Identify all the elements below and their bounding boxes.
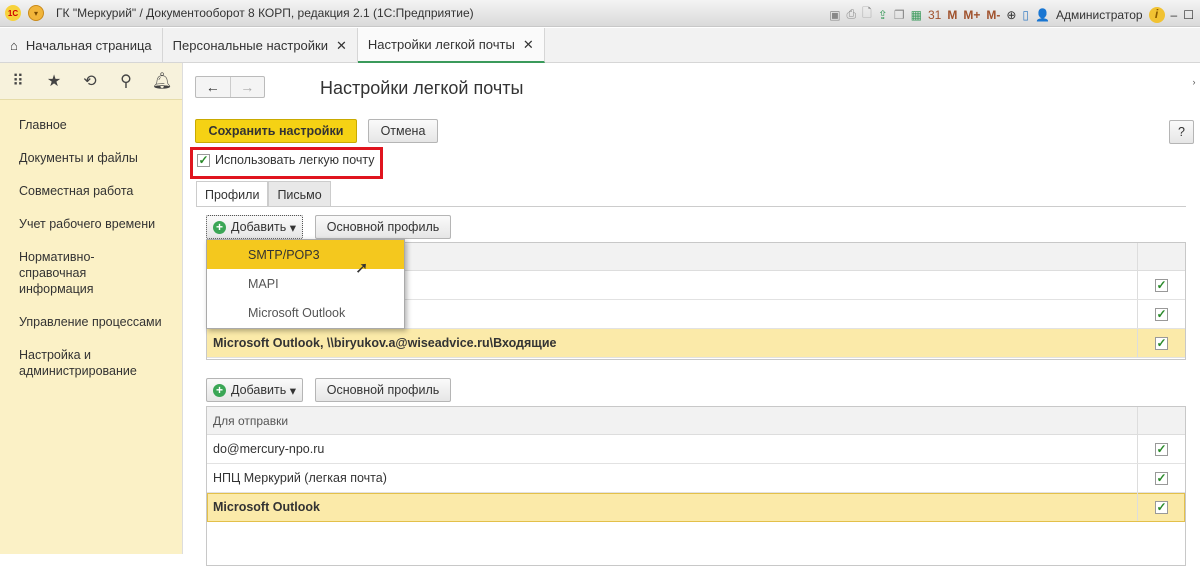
checkbox-checked-icon[interactable]: ✓: [1155, 500, 1168, 514]
nav-buttons: ← →: [195, 76, 265, 98]
checkbox-checked-icon[interactable]: ✓: [1155, 278, 1168, 292]
page-title: Настройки легкой почты: [320, 78, 524, 98]
user-name[interactable]: Администратор: [1056, 8, 1143, 22]
sidebar-item-collaboration[interactable]: Совместная работа: [0, 183, 182, 199]
tab-bar: ⌂ Начальная страница Персональные настрой…: [0, 28, 1200, 63]
apps-grid-icon[interactable]: ⠿: [0, 71, 36, 91]
close-icon[interactable]: ✕: [523, 37, 534, 53]
row-name: НПЦ Меркурий (легкая почта): [213, 471, 387, 485]
sidebar: ⠿ ★ ⟲ ⚲ 🔔︎ Главное Документы и файлы Сов…: [0, 63, 183, 554]
checkbox-checked-icon[interactable]: ✓: [1155, 336, 1168, 350]
add-send-profile-button[interactable]: + Добавить ▾: [206, 378, 303, 402]
checkbox-checked-icon[interactable]: ✓: [1155, 442, 1168, 456]
copy-icon[interactable]: ❐: [894, 8, 905, 22]
memory-minus-button[interactable]: M-: [986, 8, 1000, 22]
tab-personal-settings[interactable]: Персональные настройки ✕: [163, 28, 358, 63]
table-row[interactable]: Microsoft Outlook, \\biryukov.a@wiseadvi…: [207, 329, 1185, 358]
row-name: Microsoft Outlook: [213, 500, 320, 514]
user-icon: 👤: [1035, 7, 1050, 22]
checkbox-label: Использовать легкую почту: [215, 153, 375, 167]
use-easy-mail-checkbox[interactable]: ✓ Использовать легкую почту: [197, 153, 375, 167]
main-profile-button[interactable]: Основной профиль: [315, 215, 451, 239]
calendar-icon[interactable]: 31: [928, 8, 941, 22]
info-icon[interactable]: i: [1148, 6, 1165, 23]
table-row[interactable]: do@mercury-npo.ru ✓: [207, 435, 1185, 464]
tab-label: Персональные настройки: [172, 38, 329, 53]
tab-label: Начальная страница: [25, 38, 152, 53]
preview-icon[interactable]: 🗋: [862, 4, 872, 25]
app-logo-icon: 1С: [5, 5, 21, 21]
sidebar-item-main[interactable]: Главное: [0, 117, 182, 133]
subtab-profiles[interactable]: Профили: [196, 181, 269, 207]
history-icon[interactable]: ⟲: [72, 71, 108, 91]
main-send-profile-button[interactable]: Основной профиль: [315, 378, 451, 402]
tab-label: Настройки легкой почты: [367, 37, 515, 52]
subtab-letter[interactable]: Письмо: [268, 181, 331, 207]
memory-button[interactable]: M: [947, 8, 957, 22]
forward-button[interactable]: →: [229, 77, 265, 97]
add-receive-profile-button[interactable]: + Добавить ▾: [206, 215, 303, 239]
sidebar-item-admin[interactable]: Настройка и администрирование: [0, 347, 140, 379]
sidebar-item-time-tracking[interactable]: Учет рабочего времени: [0, 216, 182, 232]
mouse-cursor-icon: ➚: [355, 260, 369, 277]
bell-icon[interactable]: 🔔︎: [144, 71, 180, 91]
table-row[interactable]: НПЦ Меркурий (легкая почта) ✓: [207, 464, 1185, 493]
add-icon: +: [213, 383, 226, 397]
title-bar: 1С ▾ ГК "Меркурий" / Документооборот 8 К…: [0, 0, 1200, 27]
column-header: Для отправки: [213, 413, 289, 428]
window-title: ГК "Меркурий" / Документооборот 8 КОРП, …: [56, 6, 474, 20]
sidebar-item-documents[interactable]: Документы и файлы: [0, 150, 182, 166]
button-label: Добавить: [231, 220, 287, 234]
table-row[interactable]: Microsoft Outlook ✓: [207, 493, 1185, 522]
checkbox-checked-icon[interactable]: ✓: [197, 153, 210, 167]
table-header: Для отправки: [207, 407, 1185, 435]
row-name: Microsoft Outlook, \\biryukov.a@wiseadvi…: [213, 336, 557, 350]
sidebar-item-reference[interactable]: Нормативно-справочная информация: [0, 249, 170, 297]
attach-icon[interactable]: ⇪: [878, 8, 888, 22]
search-icon[interactable]: ⚲: [108, 71, 144, 91]
checkbox-checked-icon[interactable]: ✓: [1155, 471, 1168, 485]
menu-item-mapi[interactable]: MAPI: [207, 269, 404, 298]
send-profiles-table: Для отправки do@mercury-npo.ru ✓ НПЦ Мерк…: [206, 406, 1186, 566]
tab-mail-settings[interactable]: Настройки легкой почты ✕: [357, 28, 545, 63]
maximize-button[interactable]: ☐: [1183, 8, 1194, 22]
row-name: do@mercury-npo.ru: [213, 442, 325, 456]
save-icon[interactable]: ▣: [829, 8, 840, 22]
calculator-icon[interactable]: ▦: [911, 8, 922, 22]
favorites-star-icon[interactable]: ★: [36, 71, 72, 91]
zoom-icon[interactable]: ⊕: [1006, 8, 1016, 22]
sidebar-item-processes[interactable]: Управление процессами: [0, 314, 182, 330]
add-icon: +: [213, 220, 226, 234]
minimize-button[interactable]: –: [1171, 8, 1178, 22]
print-icon[interactable]: ⎙: [847, 7, 857, 22]
button-label: Добавить: [231, 383, 287, 397]
panels-icon[interactable]: ▯: [1022, 8, 1029, 22]
main-content: ← → Настройки легкой почты Сохранить нас…: [183, 63, 1200, 566]
home-icon: ⌂: [10, 38, 18, 53]
cancel-button[interactable]: Отмена: [368, 119, 438, 143]
add-profile-dropdown: SMTP/POP3 MAPI Microsoft Outlook: [206, 239, 405, 329]
menu-item-outlook[interactable]: Microsoft Outlook: [207, 298, 404, 327]
checkbox-checked-icon[interactable]: ✓: [1155, 307, 1168, 321]
tab-home[interactable]: ⌂ Начальная страница: [0, 28, 163, 63]
scrollbar[interactable]: ›: [1188, 63, 1200, 554]
memory-plus-button[interactable]: M+: [963, 8, 980, 22]
close-icon[interactable]: ✕: [336, 38, 347, 54]
menu-item-smtp-pop3[interactable]: SMTP/POP3: [207, 240, 404, 269]
save-settings-button[interactable]: Сохранить настройки: [195, 119, 357, 143]
back-button[interactable]: ←: [196, 77, 230, 97]
main-menu-button[interactable]: ▾: [28, 5, 44, 21]
